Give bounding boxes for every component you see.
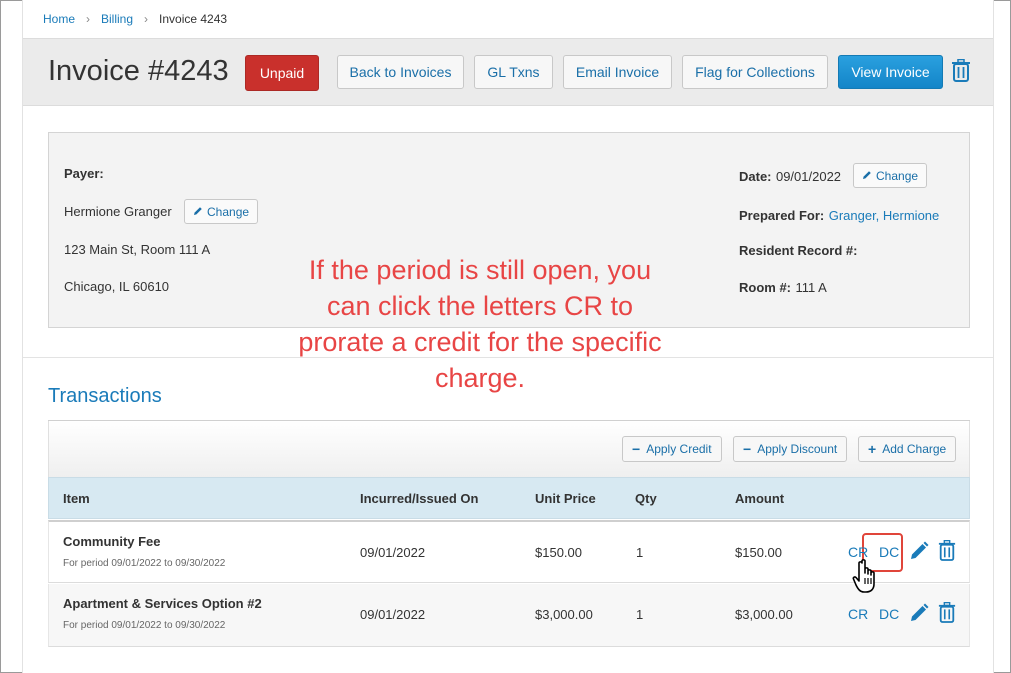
table-row: Community Fee For period 09/01/2022 to 0… (48, 520, 970, 583)
back-to-invoices-button[interactable]: Back to Invoices (337, 55, 464, 89)
payer-label: Payer: (64, 166, 104, 181)
breadcrumb-home[interactable]: Home (43, 12, 75, 26)
minus-icon: − (743, 441, 752, 457)
chevron-right-icon: › (144, 12, 149, 26)
page-title: Invoice #4243 (48, 55, 229, 87)
apply-discount-button[interactable]: − Apply Discount (733, 436, 848, 462)
resident-record-label: Resident Record #: (739, 243, 858, 258)
date-value: 09/01/2022 (775, 169, 842, 184)
apply-discount-label: Apply Discount (757, 442, 838, 456)
add-charge-label: Add Charge (882, 442, 947, 456)
table-row: Apartment & Services Option #2 For perio… (48, 584, 970, 647)
payer-change-button[interactable]: Change (184, 199, 259, 224)
item-name: Community Fee (63, 534, 161, 549)
column-item: Item (63, 491, 90, 506)
incurred-date: 09/01/2022 (360, 607, 426, 622)
payer-address-line1: 123 Main St, Room 111 A (64, 242, 211, 257)
prepared-for-link[interactable]: Granger, Hermione (829, 208, 940, 223)
minus-icon: − (632, 441, 641, 457)
prepared-for-label: Prepared For: (739, 208, 825, 223)
chevron-right-icon: › (86, 12, 91, 26)
pencil-icon[interactable] (909, 541, 929, 566)
dc-link[interactable]: DC (879, 544, 899, 560)
unit-price: $150.00 (535, 545, 582, 560)
pencil-icon (193, 205, 203, 219)
pencil-icon[interactable] (909, 603, 929, 628)
breadcrumb-billing[interactable]: Billing (101, 12, 133, 26)
incurred-date: 09/01/2022 (360, 545, 426, 560)
payer-name: Hermione Granger (64, 204, 172, 219)
tutorial-annotation: If the period is still open, you can cli… (298, 255, 662, 393)
room-label: Room #: (739, 280, 791, 295)
payer-change-label: Change (207, 204, 250, 219)
column-amount: Amount (735, 491, 785, 506)
add-charge-button[interactable]: + Add Charge (858, 436, 957, 462)
view-invoice-button[interactable]: View Invoice (838, 55, 943, 89)
date-change-button[interactable]: Change (853, 163, 928, 188)
transactions-title: Transactions (48, 385, 162, 407)
hand-cursor-icon (852, 558, 882, 598)
item-period: For period 09/01/2022 to 09/30/2022 (63, 558, 226, 569)
gl-txns-button[interactable]: GL Txns (474, 55, 553, 89)
quantity: 1 (636, 545, 644, 560)
email-invoice-button[interactable]: Email Invoice (563, 55, 672, 89)
room-row: Room #: 111 A (739, 279, 827, 297)
transactions-toolbar: − Apply Credit − Apply Discount + Add Ch… (48, 421, 970, 477)
quantity: 1 (636, 607, 644, 622)
payer-address-line2: Chicago, IL 60610 (64, 279, 170, 294)
prepared-for-row: Prepared For: Granger, Hermione (739, 207, 939, 225)
dc-link[interactable]: DC (879, 606, 899, 622)
status-badge: Unpaid (245, 55, 319, 91)
pencil-icon (862, 169, 872, 183)
amount: $3,000.00 (735, 607, 793, 622)
apply-credit-label: Apply Credit (646, 442, 712, 456)
trash-icon[interactable] (951, 58, 971, 83)
amount: $150.00 (735, 545, 782, 560)
breadcrumb: Home › Billing › Invoice 4243 (23, 0, 993, 38)
date-change-label: Change (876, 168, 919, 183)
breadcrumb-current: Invoice 4243 (159, 12, 228, 26)
flag-for-collections-button[interactable]: Flag for Collections (682, 55, 828, 89)
apply-credit-button[interactable]: − Apply Credit (622, 436, 722, 462)
table-header: Item Incurred/Issued On Unit Price Qty A… (48, 477, 970, 519)
date-label: Date: (739, 169, 772, 184)
item-name: Apartment & Services Option #2 (63, 596, 262, 611)
unit-price: $3,000.00 (535, 607, 593, 622)
cr-link[interactable]: CR (848, 606, 868, 622)
column-qty: Qty (635, 491, 657, 506)
trash-icon[interactable] (938, 539, 956, 567)
column-unit-price: Unit Price (535, 491, 596, 506)
date-row: Date: 09/01/2022 (739, 168, 841, 186)
trash-icon[interactable] (938, 601, 956, 629)
room-value: 111 A (795, 280, 827, 295)
item-period: For period 09/01/2022 to 09/30/2022 (63, 620, 226, 631)
plus-icon: + (868, 441, 877, 457)
invoice-header: Invoice #4243 Unpaid Back to Invoices GL… (23, 38, 993, 106)
column-incurred: Incurred/Issued On (360, 491, 479, 506)
